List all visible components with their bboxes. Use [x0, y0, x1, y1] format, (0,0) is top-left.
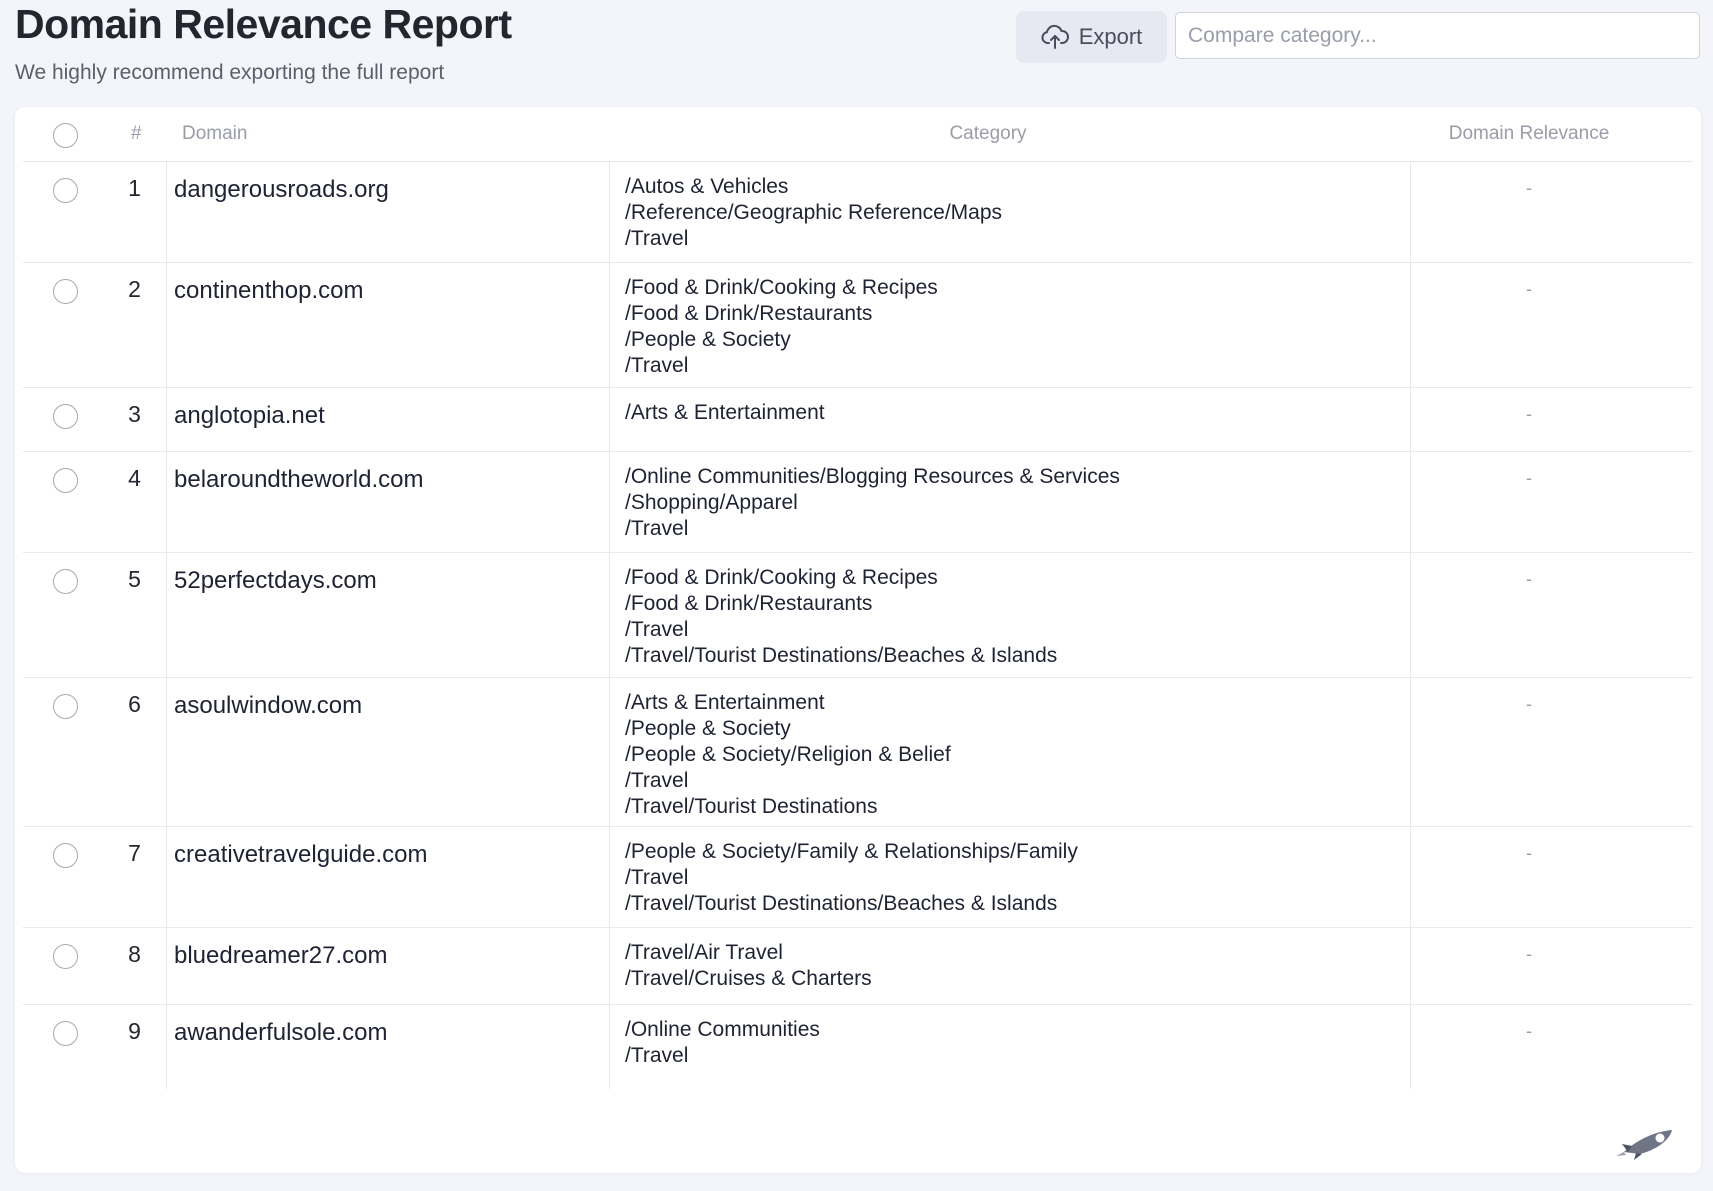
page-title: Domain Relevance Report: [15, 1, 512, 47]
row-number: 5: [128, 566, 141, 592]
column-header-number: #: [131, 123, 142, 144]
row-number: 8: [128, 941, 141, 967]
row-relevance: -: [1526, 468, 1532, 488]
row-domain: anglotopia.net: [174, 402, 325, 429]
row-domain: awanderfulsole.com: [174, 1019, 388, 1046]
column-header-category[interactable]: Category: [587, 123, 1389, 145]
select-all-radio[interactable]: [53, 123, 78, 148]
table-header: # Domain Category Domain Relevance: [23, 107, 1693, 162]
table-row[interactable]: 1 dangerousroads.org /Autos & Vehicles /…: [23, 162, 1693, 263]
row-category: /Arts & Entertainment /People & Society …: [625, 691, 951, 818]
row-category: /Travel/Air Travel /Travel/Cruises & Cha…: [625, 941, 872, 990]
table-row[interactable]: 7 creativetravelguide.com /People & Soci…: [23, 827, 1693, 928]
table-row[interactable]: 5 52perfectdays.com /Food & Drink/Cookin…: [23, 553, 1693, 678]
page-subtitle: We highly recommend exporting the full r…: [15, 61, 445, 84]
row-number: 9: [128, 1018, 141, 1044]
column-header-domain[interactable]: Domain: [182, 123, 247, 145]
table-row[interactable]: 3 anglotopia.net /Arts & Entertainment -: [23, 388, 1693, 452]
row-domain: dangerousroads.org: [174, 176, 389, 203]
row-domain: continenthop.com: [174, 277, 364, 304]
row-category: /Online Communities/Blogging Resources &…: [625, 465, 1120, 540]
row-number: 3: [128, 401, 141, 427]
report-table: # Domain Category Domain Relevance 1 dan…: [15, 107, 1701, 1173]
row-number: 2: [128, 276, 141, 302]
row-relevance: -: [1526, 404, 1532, 424]
row-number: 1: [128, 175, 141, 201]
row-relevance: -: [1526, 944, 1532, 964]
row-number: 6: [128, 691, 141, 717]
row-relevance: -: [1526, 279, 1532, 299]
export-button[interactable]: Export: [1016, 11, 1167, 63]
rocket-icon[interactable]: [1610, 1122, 1680, 1162]
table-row[interactable]: 4 belaroundtheworld.com /Online Communit…: [23, 452, 1693, 553]
row-domain: 52perfectdays.com: [174, 567, 377, 594]
domain-relevance-page: Domain Relevance Report We highly recomm…: [0, 0, 1713, 1191]
row-domain: asoulwindow.com: [174, 692, 363, 719]
row-category: /Food & Drink/Cooking & Recipes /Food & …: [625, 566, 1058, 667]
cloud-upload-icon: [1041, 24, 1069, 50]
row-domain: creativetravelguide.com: [174, 841, 428, 868]
row-relevance: -: [1526, 1021, 1532, 1041]
row-category: /Food & Drink/Cooking & Recipes /Food & …: [625, 276, 938, 377]
export-label: Export: [1078, 24, 1143, 49]
row-relevance: -: [1526, 569, 1532, 589]
row-category: /Arts & Entertainment: [625, 401, 825, 424]
column-header-domain-relevance[interactable]: Domain Relevance: [1389, 123, 1669, 145]
table-row[interactable]: 8 bluedreamer27.com /Travel/Air Travel /…: [23, 928, 1693, 1005]
row-relevance: -: [1526, 178, 1532, 198]
page-header: Domain Relevance Report We highly recomm…: [15, 0, 512, 85]
row-category: /Online Communities /Travel: [625, 1018, 820, 1067]
row-domain: belaroundtheworld.com: [174, 466, 424, 493]
row-relevance: -: [1526, 843, 1532, 863]
row-category: /People & Society/Family & Relationships…: [625, 840, 1078, 915]
row-number: 7: [128, 840, 141, 866]
table-row[interactable]: 2 continenthop.com /Food & Drink/Cooking…: [23, 263, 1693, 388]
compare-category-input[interactable]: [1175, 12, 1700, 59]
table-row[interactable]: 6 asoulwindow.com /Arts & Entertainment …: [23, 678, 1693, 827]
row-domain: bluedreamer27.com: [174, 942, 388, 969]
row-category: /Autos & Vehicles /Reference/Geographic …: [625, 175, 1003, 250]
row-relevance: -: [1526, 694, 1532, 714]
table-row[interactable]: 9 awanderfulsole.com /Online Communities…: [23, 1005, 1693, 1089]
row-number: 4: [128, 465, 141, 491]
